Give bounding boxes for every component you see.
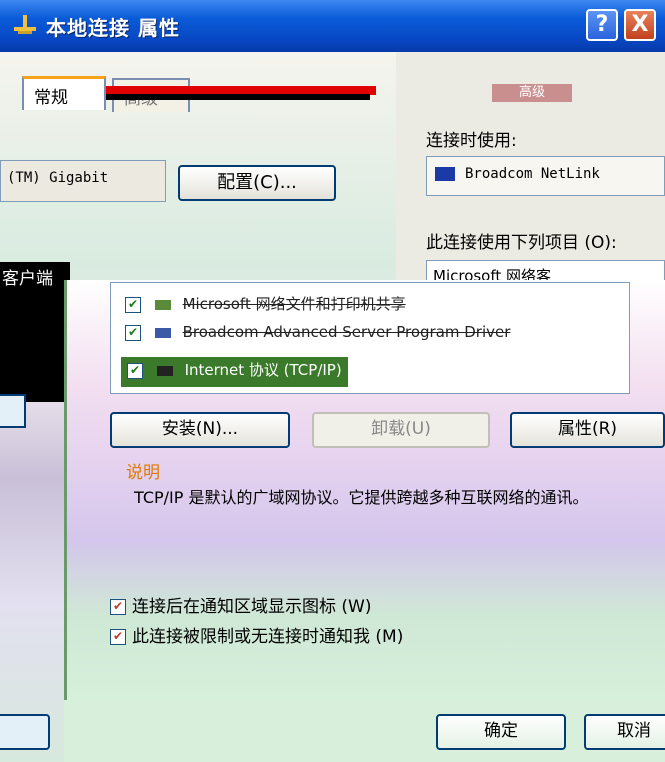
item-label: Broadcom Advanced Server Program Driver [182,323,511,341]
connect-using-label: 连接时使用: [426,131,517,151]
configure-button[interactable]: 配置(C)... [178,165,336,201]
edge-button-bottom[interactable] [0,714,50,750]
install-button[interactable]: 安装(N)... [110,412,290,448]
properties-button[interactable]: 属性(R) [510,412,665,448]
checkbox-box[interactable]: ✔ [110,599,126,615]
service-icon [154,299,171,310]
item-label: Microsoft 网络文件和打印机共享 [182,295,406,313]
uninstall-button[interactable]: 卸载(U) [312,412,490,448]
edge-button[interactable] [0,394,26,428]
checkbox-box[interactable]: ✔ [110,629,126,645]
tab-general[interactable]: 常规 [22,76,106,110]
notify-checkbox[interactable]: ✔ 此连接被限制或无连接时通知我 (M) [110,622,403,647]
description-text: TCP/IP 是默认的广域网协议。它提供跨越多种互联网络的通讯。 [134,488,589,507]
adapter-field-back: (TM) Gigabit [0,160,166,202]
item-label: Internet 协议 (TCP/IP) [184,361,342,379]
protocol-icon [154,327,171,338]
item-checkbox[interactable]: ✔ [125,324,141,341]
item-checkbox[interactable]: ✔ [125,296,141,313]
title-bar: 本地连接 属性 ? X [0,0,665,52]
ok-button[interactable]: 确定 [436,714,566,750]
list-item-selected[interactable]: ✔ Internet 协议 (TCP/IP) [121,357,348,387]
help-button[interactable]: ? [586,9,618,41]
cancel-button[interactable]: 取消 [584,714,665,750]
show-icon-checkbox[interactable]: ✔ 连接后在通知区域显示图标 (W) [110,592,371,617]
glitch-bar-dark [80,94,370,100]
item-checkbox[interactable]: ✔ [127,362,143,379]
network-adapter-icon [435,167,455,181]
client-label: 客户端 [0,264,55,289]
window-title: 本地连接 属性 [46,16,180,40]
protocol-icon [156,365,173,376]
components-list[interactable]: ✔ Microsoft 网络文件和打印机共享 ✔ Broadcom Advanc… [110,282,630,394]
description-title: 说明 [126,463,160,483]
adapter-field: Broadcom NetLink [426,156,665,196]
items-label: 此连接使用下列项目 (O): [426,233,617,253]
list-item[interactable]: ✔ Microsoft 网络文件和打印机共享 [125,293,406,319]
checkbox-label: 此连接被限制或无连接时通知我 (M) [132,627,404,647]
network-connection-icon [14,15,36,34]
list-item[interactable]: ✔ Broadcom Advanced Server Program Drive… [125,323,510,349]
checkbox-label: 连接后在通知区域显示图标 (W) [132,597,372,617]
close-button[interactable]: X [624,9,656,41]
panel-footer [64,700,665,762]
tab-advanced[interactable]: 高级 [492,84,572,102]
adapter-name: Broadcom NetLink [465,166,600,182]
